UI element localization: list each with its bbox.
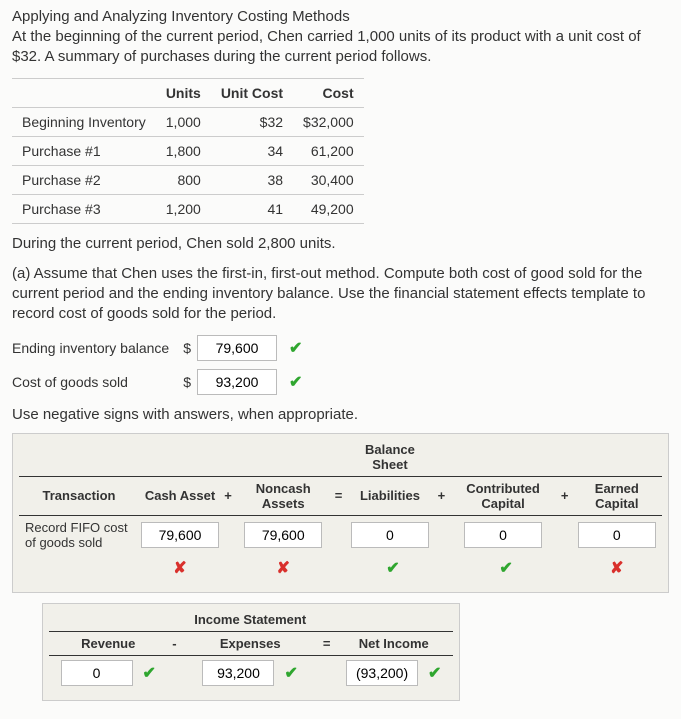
income-statement-panel: Income Statement Revenue - Expenses = Ne… [42,603,460,701]
table-row: Purchase #1 1,800 34 61,200 [12,136,364,165]
row-unit-cost: 34 [211,136,293,165]
net-income-input[interactable] [346,660,418,686]
check-icon: ✔ [499,560,512,577]
row-unit-cost: $32 [211,107,293,136]
col-transaction: Transaction [19,476,139,515]
col-noncash-assets: Noncash Assets [235,476,331,515]
revenue-input[interactable] [61,660,133,686]
plus-icon: + [434,476,448,515]
minus-icon: - [167,631,181,655]
liabilities-input[interactable] [351,522,429,548]
check-icon: ✔ [428,663,441,683]
col-expenses: Expenses [181,631,318,655]
ending-inventory-label: Ending inventory balance [12,340,177,356]
currency-symbol: $ [183,340,191,356]
row-unit-cost: 41 [211,194,293,223]
row-units: 1,000 [156,107,211,136]
check-icon: ✔ [289,372,302,392]
currency-symbol: $ [183,374,191,390]
row-cost: 61,200 [293,136,364,165]
equals-icon: = [331,476,345,515]
balance-sheet-title: Balance Sheet [345,438,434,477]
check-icon: ✔ [386,560,399,577]
check-icon: ✔ [289,338,302,358]
row-cost: 49,200 [293,194,364,223]
col-unit-cost: Unit Cost [211,78,293,107]
equals-icon: = [319,631,335,655]
cross-icon: ✘ [610,560,623,577]
col-contributed-capital: Contributed Capital [448,476,557,515]
row-unit-cost: 38 [211,165,293,194]
bs-data-row: Record FIFO cost of goods sold [19,515,662,554]
row-label: Purchase #2 [12,165,156,194]
expenses-input[interactable] [202,660,274,686]
col-cost: Cost [293,78,364,107]
col-revenue: Revenue [49,631,167,655]
noncash-assets-input[interactable] [244,522,322,548]
row-label: Purchase #3 [12,194,156,223]
cogs-label: Cost of goods sold [12,374,177,390]
balance-sheet-panel: Balance Sheet Transaction Cash Asset + N… [12,433,669,593]
col-units: Units [156,78,211,107]
row-units: 1,200 [156,194,211,223]
purchases-table: Units Unit Cost Cost Beginning Inventory… [12,78,364,224]
plus-icon: + [221,476,235,515]
note-text: Use negative signs with answers, when ap… [12,405,669,425]
table-row: Purchase #2 800 38 30,400 [12,165,364,194]
cross-icon: ✘ [277,560,290,577]
earned-capital-input[interactable] [578,522,656,548]
intro-text: At the beginning of the current period, … [12,27,669,68]
row-units: 800 [156,165,211,194]
ending-inventory-input[interactable] [197,335,277,361]
col-liabilities: Liabilities [345,476,434,515]
col-cash-asset: Cash Asset [139,476,221,515]
cash-asset-input[interactable] [141,522,219,548]
table-row: Beginning Inventory 1,000 $32 $32,000 [12,107,364,136]
income-statement-title: Income Statement [181,608,318,632]
col-earned-capital: Earned Capital [572,476,662,515]
is-data-row: ✔ ✔ ✔ [49,655,453,690]
row-label: Beginning Inventory [12,107,156,136]
col-net-income: Net Income [335,631,453,655]
cogs-input[interactable] [197,369,277,395]
contributed-capital-input[interactable] [464,522,542,548]
row-label: Purchase #1 [12,136,156,165]
plus-icon: + [558,476,572,515]
table-row: Purchase #3 1,200 41 49,200 [12,194,364,223]
page-title: Applying and Analyzing Inventory Costing… [12,8,669,25]
check-icon: ✔ [143,663,156,683]
part-a-text: (a) Assume that Chen uses the first-in, … [12,264,669,325]
sold-text: During the current period, Chen sold 2,8… [12,234,669,254]
cross-icon: ✘ [173,560,186,577]
row-cost: 30,400 [293,165,364,194]
transaction-label: Record FIFO cost of goods sold [19,515,139,554]
row-units: 1,800 [156,136,211,165]
check-icon: ✔ [284,663,297,683]
row-cost: $32,000 [293,107,364,136]
